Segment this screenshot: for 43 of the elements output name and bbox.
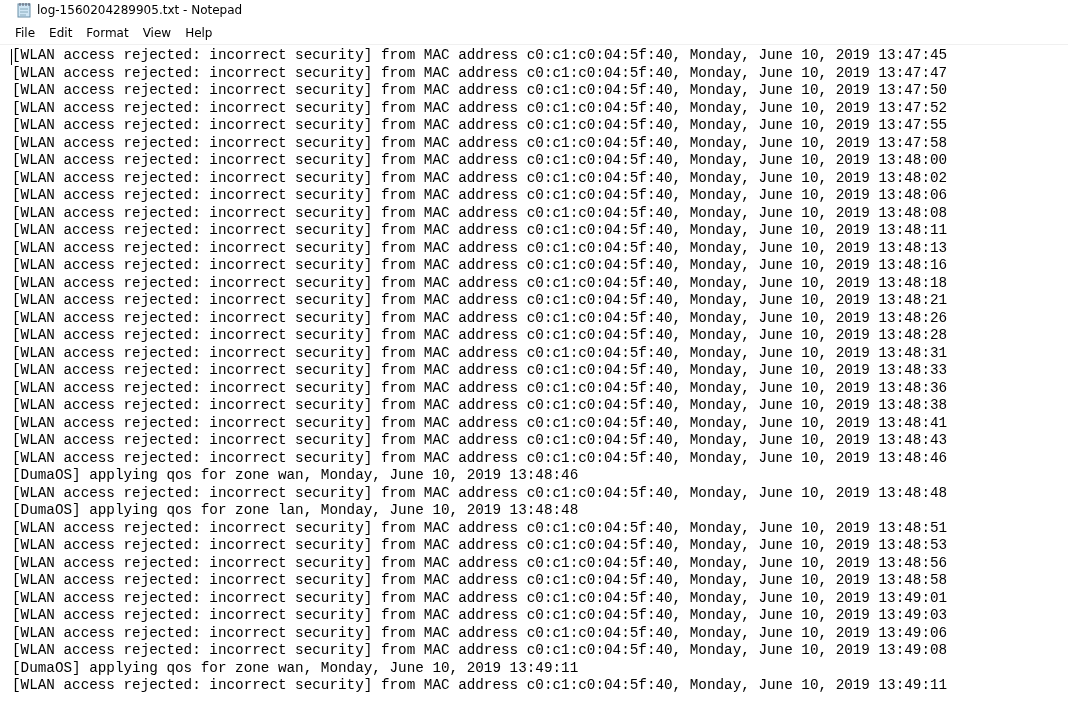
- menu-item[interactable]: Format: [79, 24, 136, 42]
- log-line: [WLAN access rejected: incorrect security] from MAC address c0:c1:c0:04:5f:40, Monday, June 10, 2019 13:48:46: [12, 449, 948, 467]
- log-line: [WLAN access rejected: incorrect security] from MAC address c0:c1:c0:04:5f:40, Monday, June 10, 2019 13:48:38: [12, 397, 948, 415]
- log-line: [WLAN access rejected: incorrect security] from MAC address c0:c1:c0:04:5f:40, Monday, June 10, 2019 13:48:06: [12, 187, 948, 205]
- log-line: [WLAN access rejected: incorrect security] from MAC address c0:c1:c0:04:5f:40, Monday, June 10, 2019 13:48:58: [12, 572, 948, 590]
- log-line: [WLAN access rejected: incorrect security] from MAC address c0:c1:c0:04:5f:40, Monday, June 10, 2019 13:48:33: [12, 362, 948, 380]
- log-line: [WLAN access rejected: incorrect security] from MAC address c0:c1:c0:04:5f:40, Monday, June 10, 2019 13:48:11: [12, 222, 948, 240]
- log-line: [WLAN access rejected: incorrect security] from MAC address c0:c1:c0:04:5f:40, Monday, June 10, 2019 13:48:53: [12, 537, 948, 555]
- log-line: [WLAN access rejected: incorrect security] from MAC address c0:c1:c0:04:5f:40, Monday, June 10, 2019 13:47:55: [12, 117, 948, 135]
- log-line: [WLAN access rejected: incorrect security] from MAC address c0:c1:c0:04:5f:40, Monday, June 10, 2019 13:47:58: [12, 134, 948, 152]
- log-line: [WLAN access rejected: incorrect security] from MAC address c0:c1:c0:04:5f:40, Monday, June 10, 2019 13:48:41: [12, 414, 948, 432]
- log-line: [WLAN access rejected: incorrect security] from MAC address c0:c1:c0:04:5f:40, Monday, June 10, 2019 13:48:43: [12, 432, 948, 450]
- log-line: [WLAN access rejected: incorrect security] from MAC address c0:c1:c0:04:5f:40, Monday, June 10, 2019 13:48:21: [12, 292, 948, 310]
- log-line: [DumaOS] applying qos for zone wan, Monday, June 10, 2019 13:48:46: [12, 467, 579, 485]
- log-line: [DumaOS] applying qos for zone wan, Monday, June 10, 2019 13:49:11: [12, 659, 579, 677]
- log-line: [WLAN access rejected: incorrect security] from MAC address c0:c1:c0:04:5f:40, Monday, June 10, 2019 13:48:18: [12, 274, 948, 292]
- window-title: log-1560204289905.txt - Notepad: [37, 3, 243, 17]
- log-line: [WLAN access rejected: incorrect security] from MAC address c0:c1:c0:04:5f:40, Monday, June 10, 2019 13:48:02: [12, 169, 948, 187]
- log-line: [WLAN access rejected: incorrect security] from MAC address c0:c1:c0:04:5f:40, Monday, June 10, 2019 13:49:11: [12, 677, 948, 695]
- log-line: [WLAN access rejected: incorrect security] from MAC address c0:c1:c0:04:5f:40, Monday, June 10, 2019 13:48:48: [12, 484, 948, 502]
- log-line: [WLAN access rejected: incorrect security] from MAC address c0:c1:c0:04:5f:40, Monday, June 10, 2019 13:48:28: [12, 327, 948, 345]
- log-line: [WLAN access rejected: incorrect security] from MAC address c0:c1:c0:04:5f:40, Monday, June 10, 2019 13:47:47: [12, 64, 948, 82]
- menu-item[interactable]: File: [8, 24, 43, 42]
- log-line: [WLAN access rejected: incorrect security] from MAC address c0:c1:c0:04:5f:40, Monday, June 10, 2019 13:49:03: [12, 607, 948, 625]
- log-line: [WLAN access rejected: incorrect security] from MAC address c0:c1:c0:04:5f:40, Monday, June 10, 2019 13:48:51: [12, 519, 948, 537]
- menu-item[interactable]: Edit: [42, 24, 80, 42]
- log-line: [WLAN access rejected: incorrect security] from MAC address c0:c1:c0:04:5f:40, Monday, June 10, 2019 13:48:31: [12, 344, 948, 362]
- log-line: [WLAN access rejected: incorrect security] from MAC address c0:c1:c0:04:5f:40, Monday, June 10, 2019 13:48:56: [12, 554, 948, 572]
- log-line: [WLAN access rejected: incorrect security] from MAC address c0:c1:c0:04:5f:40, Monday, June 10, 2019 13:47:52: [12, 99, 948, 117]
- log-line: [WLAN access rejected: incorrect security] from MAC address c0:c1:c0:04:5f:40, Monday, June 10, 2019 13:49:01: [12, 589, 948, 607]
- log-line: [WLAN access rejected: incorrect security] from MAC address c0:c1:c0:04:5f:40, Monday, June 10, 2019 13:47:45: [12, 47, 948, 65]
- log-line: [WLAN access rejected: incorrect security] from MAC address c0:c1:c0:04:5f:40, Monday, June 10, 2019 13:48:00: [12, 152, 948, 170]
- log-line: [WLAN access rejected: incorrect security] from MAC address c0:c1:c0:04:5f:40, Monday, June 10, 2019 13:49:06: [12, 624, 948, 642]
- log-line: [WLAN access rejected: incorrect security] from MAC address c0:c1:c0:04:5f:40, Monday, June 10, 2019 13:48:26: [12, 309, 948, 327]
- menu-item[interactable]: View: [135, 24, 179, 42]
- log-line: [WLAN access rejected: incorrect security] from MAC address c0:c1:c0:04:5f:40, Monday, June 10, 2019 13:48:13: [12, 239, 948, 257]
- log-line: [WLAN access rejected: incorrect security] from MAC address c0:c1:c0:04:5f:40, Monday, June 10, 2019 13:49:08: [12, 642, 948, 660]
- log-line: [WLAN access rejected: incorrect security] from MAC address c0:c1:c0:04:5f:40, Monday, June 10, 2019 13:48:08: [12, 204, 948, 222]
- log-line: [WLAN access rejected: incorrect security] from MAC address c0:c1:c0:04:5f:40, Monday, June 10, 2019 13:48:36: [12, 379, 948, 397]
- log-line: [WLAN access rejected: incorrect security] from MAC address c0:c1:c0:04:5f:40, Monday, June 10, 2019 13:47:50: [12, 82, 948, 100]
- log-line: [DumaOS] applying qos for zone lan, Monday, June 10, 2019 13:48:48: [12, 502, 579, 520]
- menu-item[interactable]: Help: [178, 24, 220, 42]
- log-line: [WLAN access rejected: incorrect security] from MAC address c0:c1:c0:04:5f:40, Monday, June 10, 2019 13:48:16: [12, 257, 948, 275]
